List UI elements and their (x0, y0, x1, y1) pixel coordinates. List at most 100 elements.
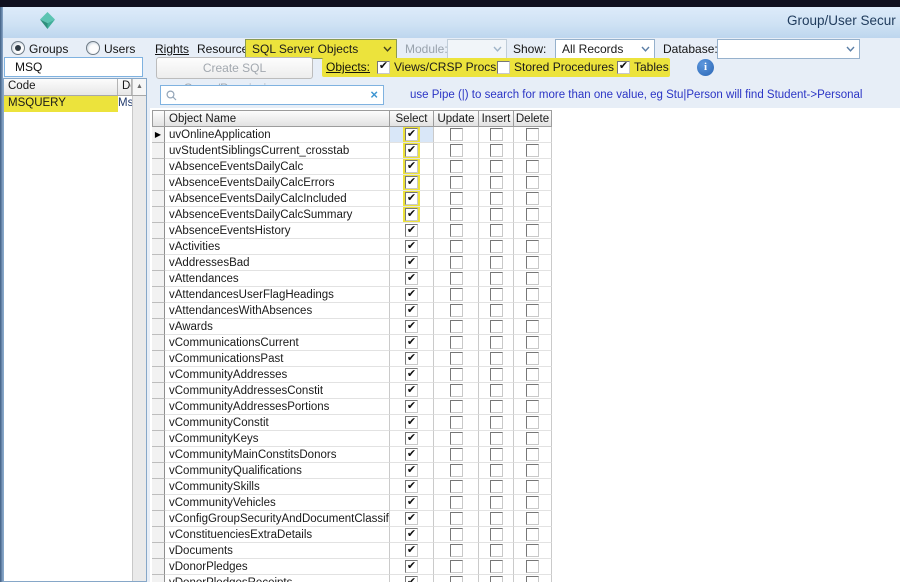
row-selector[interactable] (152, 319, 165, 335)
select-checkbox[interactable]: ✔ (405, 160, 418, 173)
delete-cell[interactable] (514, 303, 552, 319)
delete-cell[interactable] (514, 287, 552, 303)
insert-checkbox[interactable] (489, 544, 503, 557)
insert-cell[interactable] (479, 527, 514, 543)
delete-cell[interactable] (514, 175, 552, 191)
row-selector[interactable] (152, 239, 165, 255)
update-cell[interactable] (434, 271, 479, 287)
select-checkbox[interactable]: ✔ (405, 144, 418, 157)
object-name-cell[interactable]: vAttendancesUserFlagHeadings (165, 287, 390, 303)
select-checkbox[interactable]: ✔ (405, 192, 418, 205)
insert-checkbox[interactable] (489, 288, 503, 301)
delete-checkbox[interactable] (526, 416, 539, 429)
update-checkbox[interactable] (449, 528, 463, 541)
update-cell[interactable] (434, 175, 479, 191)
select-cell[interactable]: ✔ (390, 383, 434, 399)
select-cell[interactable]: ✔ (390, 319, 434, 335)
insert-checkbox[interactable] (489, 576, 503, 582)
object-type-checkbox[interactable]: ✔ (617, 60, 630, 74)
insert-column-header[interactable]: Insert (479, 110, 514, 127)
delete-cell[interactable] (514, 191, 552, 207)
delete-cell[interactable] (514, 319, 552, 335)
update-cell[interactable] (434, 431, 479, 447)
grid-row[interactable]: vCommunityQualifications ✔ (152, 463, 552, 479)
insert-cell[interactable] (479, 543, 514, 559)
insert-checkbox[interactable] (489, 384, 503, 397)
object-name-cell[interactable]: vCommunityVehicles (165, 495, 390, 511)
rights-label[interactable]: Rights (155, 42, 189, 56)
delete-checkbox[interactable] (526, 160, 539, 173)
select-cell[interactable]: ✔ (390, 351, 434, 367)
delete-cell[interactable] (514, 255, 552, 271)
object-name-cell[interactable]: vCommunityAddresses (165, 367, 390, 383)
delete-checkbox[interactable] (526, 528, 539, 541)
insert-cell[interactable] (479, 319, 514, 335)
delete-cell[interactable] (514, 527, 552, 543)
update-cell[interactable] (434, 575, 479, 582)
object-type-option[interactable]: Stored Procedures (497, 60, 614, 74)
insert-cell[interactable] (479, 143, 514, 159)
update-cell[interactable] (434, 239, 479, 255)
update-cell[interactable] (434, 255, 479, 271)
update-checkbox[interactable] (449, 128, 463, 141)
delete-cell[interactable] (514, 143, 552, 159)
object-name-cell[interactable]: vAbsenceEventsDailyCalc (165, 159, 390, 175)
update-cell[interactable] (434, 383, 479, 399)
select-cell[interactable]: ✔ (390, 223, 434, 239)
grid-row[interactable]: vConfigGroupSecurityAndDocumentClassific… (152, 511, 552, 527)
module-combo[interactable] (447, 39, 507, 59)
update-checkbox[interactable] (449, 256, 463, 269)
select-checkbox[interactable]: ✔ (405, 368, 418, 381)
update-checkbox[interactable] (449, 384, 463, 397)
delete-checkbox[interactable] (526, 208, 539, 221)
select-checkbox[interactable]: ✔ (405, 400, 418, 413)
row-selector[interactable] (152, 575, 165, 582)
delete-checkbox[interactable] (526, 464, 539, 477)
delete-checkbox[interactable] (526, 256, 539, 269)
grid-row[interactable]: vAbsenceEventsDailyCalc ✔ (152, 159, 552, 175)
insert-checkbox[interactable] (489, 480, 503, 493)
delete-checkbox[interactable] (526, 240, 539, 253)
update-cell[interactable] (434, 303, 479, 319)
insert-checkbox[interactable] (489, 336, 503, 349)
update-checkbox[interactable] (449, 208, 463, 221)
row-selector[interactable] (152, 335, 165, 351)
grid-row[interactable]: vAttendancesWithAbsences ✔ (152, 303, 552, 319)
object-type-option[interactable]: ✔ Views/CRSP Procs (377, 60, 496, 74)
grid-row[interactable]: vAbsenceEventsDailyCalcIncluded ✔ (152, 191, 552, 207)
select-checkbox[interactable]: ✔ (405, 560, 418, 573)
select-cell[interactable]: ✔ (390, 159, 434, 175)
users-radio[interactable] (86, 41, 100, 55)
object-name-cell[interactable]: vAbsenceEventsDailyCalcIncluded (165, 191, 390, 207)
select-cell[interactable]: ✔ (390, 575, 434, 582)
object-name-cell[interactable]: vCommunicationsPast (165, 351, 390, 367)
delete-checkbox[interactable] (526, 512, 539, 525)
groups-radio[interactable] (11, 41, 25, 55)
select-cell[interactable]: ✔ (390, 463, 434, 479)
delete-checkbox[interactable] (526, 400, 539, 413)
object-name-cell[interactable]: vDonorPledgesReceipts (165, 575, 390, 582)
delete-checkbox[interactable] (526, 288, 539, 301)
select-cell[interactable]: ✔ (390, 367, 434, 383)
update-cell[interactable] (434, 127, 479, 143)
object-name-cell[interactable]: uvOnlineApplication (165, 127, 390, 143)
row-selector[interactable] (152, 463, 165, 479)
grid-row[interactable]: ▶ uvOnlineApplication ✔ (152, 127, 552, 143)
update-cell[interactable] (434, 511, 479, 527)
insert-cell[interactable] (479, 159, 514, 175)
row-selector[interactable] (152, 367, 165, 383)
insert-checkbox[interactable] (489, 352, 503, 365)
update-cell[interactable] (434, 495, 479, 511)
update-cell[interactable] (434, 543, 479, 559)
insert-checkbox[interactable] (489, 496, 503, 509)
update-checkbox[interactable] (449, 416, 463, 429)
insert-checkbox[interactable] (489, 304, 503, 317)
select-cell[interactable]: ✔ (390, 303, 434, 319)
select-checkbox[interactable]: ✔ (405, 480, 418, 493)
insert-cell[interactable] (479, 287, 514, 303)
update-checkbox[interactable] (449, 192, 463, 205)
select-checkbox[interactable]: ✔ (405, 576, 418, 582)
update-checkbox[interactable] (449, 448, 463, 461)
insert-cell[interactable] (479, 127, 514, 143)
row-selector[interactable] (152, 271, 165, 287)
